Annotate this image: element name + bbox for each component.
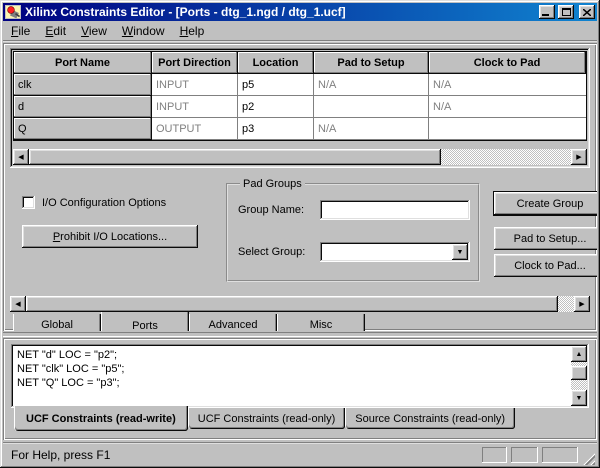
- table-hscrollbar: ◀ ▶: [13, 149, 587, 165]
- page-hscrollbar: ◀ ▶: [10, 296, 590, 312]
- constraints-text[interactable]: NET "d" LOC = "p2"; NET "clk" LOC = "p5";…: [13, 346, 571, 406]
- splitter[interactable]: [3, 332, 597, 337]
- location-cell[interactable]: p3: [238, 118, 314, 140]
- io-options-column: I/O Configuration Options Prohibit I/O L…: [10, 176, 226, 288]
- window-title: Xilinx Constraints Editor - [Ports - dtg…: [25, 5, 346, 19]
- scroll-right-icon[interactable]: ▶: [574, 296, 590, 312]
- scroll-right-icon[interactable]: ▶: [571, 149, 587, 165]
- group-name-input[interactable]: [320, 200, 470, 220]
- io-config-checkbox[interactable]: [22, 196, 35, 209]
- minimize-button[interactable]: [539, 5, 555, 19]
- direction-cell[interactable]: INPUT: [152, 74, 238, 96]
- port-name-cell[interactable]: Q: [14, 118, 152, 140]
- scrollbar-track[interactable]: [29, 149, 571, 165]
- tab-advanced[interactable]: Advanced: [189, 314, 277, 331]
- close-button[interactable]: [579, 5, 595, 19]
- status-message: For Help, press F1: [11, 448, 111, 462]
- table-empty-area: [13, 141, 587, 149]
- prohibit-io-locations-button[interactable]: Prohibit I/O Locations...: [22, 225, 198, 248]
- io-config-label: I/O Configuration Options: [42, 196, 167, 209]
- tab-ucf-read-only[interactable]: UCF Constraints (read-only): [187, 408, 346, 429]
- pad-groups-groupbox: Pad Groups Group Name: Select Group: ▼: [226, 178, 480, 282]
- file-tabstrip: UCF Constraints (read-write) UCF Constra…: [11, 406, 589, 436]
- ports-page-panel: Port Name Port Direction Location Pad to…: [3, 43, 597, 331]
- tab-ucf-read-write[interactable]: UCF Constraints (read-write): [14, 406, 188, 431]
- titlebar[interactable]: Xilinx Constraints Editor - [Ports - dtg…: [3, 3, 597, 21]
- location-cell[interactable]: p2: [238, 96, 314, 118]
- create-group-button[interactable]: Create Group: [493, 191, 597, 216]
- select-group-row: Select Group: ▼: [238, 242, 470, 262]
- direction-cell[interactable]: INPUT: [152, 96, 238, 118]
- constraints-textview[interactable]: NET "d" LOC = "p2"; NET "clk" LOC = "p5";…: [11, 344, 589, 408]
- scrollbar-track[interactable]: [26, 296, 574, 312]
- output-vscrollbar: ▲ ▼: [571, 346, 587, 406]
- pad-to-setup-cell[interactable]: N/A: [314, 74, 429, 96]
- scroll-left-icon[interactable]: ◀: [10, 296, 26, 312]
- group-name-label: Group Name:: [238, 204, 305, 216]
- location-cell[interactable]: p5: [238, 74, 314, 96]
- col-header-pad-to-setup: Pad to Setup: [314, 52, 429, 74]
- menu-file[interactable]: File: [4, 21, 38, 41]
- constraints-output-panel: NET "d" LOC = "p2"; NET "clk" LOC = "p5";…: [3, 338, 597, 440]
- scroll-left-icon[interactable]: ◀: [13, 149, 29, 165]
- maximize-icon: [561, 8, 571, 16]
- resize-grip[interactable]: [582, 452, 595, 465]
- tab-global[interactable]: Global: [13, 314, 101, 331]
- minimize-icon: [542, 14, 549, 16]
- menu-window[interactable]: Window: [115, 21, 173, 41]
- page-tabstrip: Global Ports Advanced Misc: [10, 312, 590, 331]
- scrollbar-thumb[interactable]: [571, 366, 587, 380]
- status-pane: [511, 447, 538, 463]
- clock-to-pad-button[interactable]: Clock to Pad...: [494, 254, 597, 277]
- select-group-dropdown[interactable]: ▼: [320, 242, 470, 262]
- col-header-port-direction: Port Direction: [152, 52, 238, 74]
- status-pane: [482, 447, 507, 463]
- pad-to-setup-cell[interactable]: N/A: [314, 118, 429, 140]
- controls-section: I/O Configuration Options Prohibit I/O L…: [10, 176, 597, 288]
- pad-to-setup-cell[interactable]: [314, 96, 429, 118]
- scroll-down-icon[interactable]: ▼: [571, 390, 587, 406]
- menu-edit[interactable]: Edit: [38, 21, 74, 41]
- port-name-cell[interactable]: clk: [14, 74, 152, 96]
- close-icon: [583, 8, 591, 16]
- menubar: File Edit View Window Help: [3, 21, 597, 41]
- col-header-port-name: Port Name: [14, 52, 152, 74]
- status-bar: For Help, press F1: [3, 442, 597, 465]
- scrollbar-thumb[interactable]: [29, 149, 441, 165]
- clock-to-pad-cell[interactable]: [429, 118, 586, 140]
- select-group-value: [320, 242, 450, 262]
- scrollbar-track[interactable]: [571, 362, 587, 390]
- scrollbar-thumb[interactable]: [26, 296, 558, 312]
- menu-view[interactable]: View: [74, 21, 115, 41]
- tab-source-read-only[interactable]: Source Constraints (read-only): [345, 408, 516, 429]
- status-pane: [542, 447, 578, 463]
- group-name-row: Group Name:: [238, 200, 470, 220]
- maximize-button[interactable]: [558, 5, 574, 19]
- pad-to-setup-button[interactable]: Pad to Setup...: [494, 227, 597, 250]
- clock-to-pad-cell[interactable]: N/A: [429, 74, 586, 96]
- scroll-up-icon[interactable]: ▲: [571, 346, 587, 362]
- ports-table-panel: Port Name Port Direction Location Pad to…: [10, 48, 590, 168]
- ports-table: Port Name Port Direction Location Pad to…: [13, 51, 587, 141]
- tab-misc[interactable]: Misc: [277, 314, 365, 331]
- chevron-down-icon[interactable]: ▼: [452, 244, 468, 260]
- col-header-location: Location: [238, 52, 314, 74]
- port-name-cell[interactable]: d: [14, 96, 152, 118]
- direction-cell[interactable]: OUTPUT: [152, 118, 238, 140]
- app-window: Xilinx Constraints Editor - [Ports - dtg…: [0, 0, 600, 468]
- menu-help[interactable]: Help: [173, 21, 213, 41]
- pad-group-buttons: Create Group Pad to Setup... Clock to Pa…: [480, 176, 597, 288]
- io-config-option[interactable]: I/O Configuration Options: [22, 196, 226, 209]
- select-group-label: Select Group:: [238, 246, 306, 258]
- app-icon[interactable]: [5, 5, 21, 19]
- clock-to-pad-cell[interactable]: N/A: [429, 96, 586, 118]
- pad-groups-legend: Pad Groups: [243, 178, 302, 190]
- tab-ports[interactable]: Ports: [101, 312, 189, 331]
- col-header-clock-to-pad: Clock to Pad: [429, 52, 586, 74]
